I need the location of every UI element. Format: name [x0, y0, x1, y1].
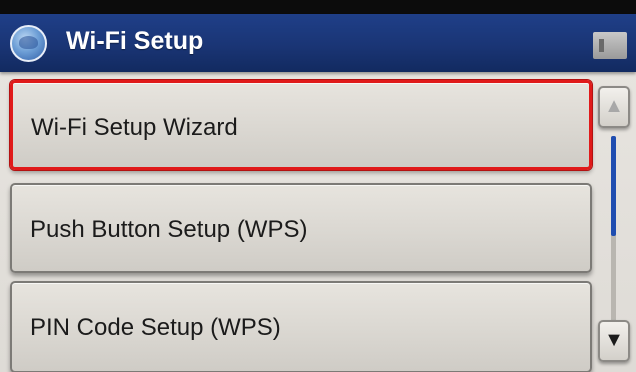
- screen-bezel: [0, 0, 636, 14]
- menu-item-label: PIN Code Setup (WPS): [30, 314, 281, 341]
- scrollbar[interactable]: ▲ ▼: [598, 82, 634, 368]
- menu-item-label: Wi-Fi Setup Wizard: [31, 114, 238, 141]
- scroll-thumb[interactable]: [611, 136, 616, 236]
- scroll-down-button[interactable]: ▼: [598, 320, 630, 362]
- page-title: Wi-Fi Setup: [66, 27, 204, 55]
- chevron-up-icon: ▲: [604, 95, 624, 117]
- chevron-down-icon: ▼: [604, 329, 624, 351]
- printer-lcd-screen: Wi-Fi Setup Wi-Fi Setup Wizard Push Butt…: [0, 0, 636, 372]
- menu-item-pin-code-setup[interactable]: PIN Code Setup (WPS): [10, 281, 592, 372]
- menu-item-label: Push Button Setup (WPS): [30, 216, 308, 243]
- home-icon[interactable]: [10, 25, 47, 62]
- title-bar: Wi-Fi Setup: [0, 14, 636, 72]
- network-status-icon: [593, 32, 627, 59]
- menu-item-push-button-setup[interactable]: Push Button Setup (WPS): [10, 183, 592, 273]
- menu-item-wifi-setup-wizard[interactable]: Wi-Fi Setup Wizard: [10, 80, 592, 170]
- scroll-up-button[interactable]: ▲: [598, 86, 630, 128]
